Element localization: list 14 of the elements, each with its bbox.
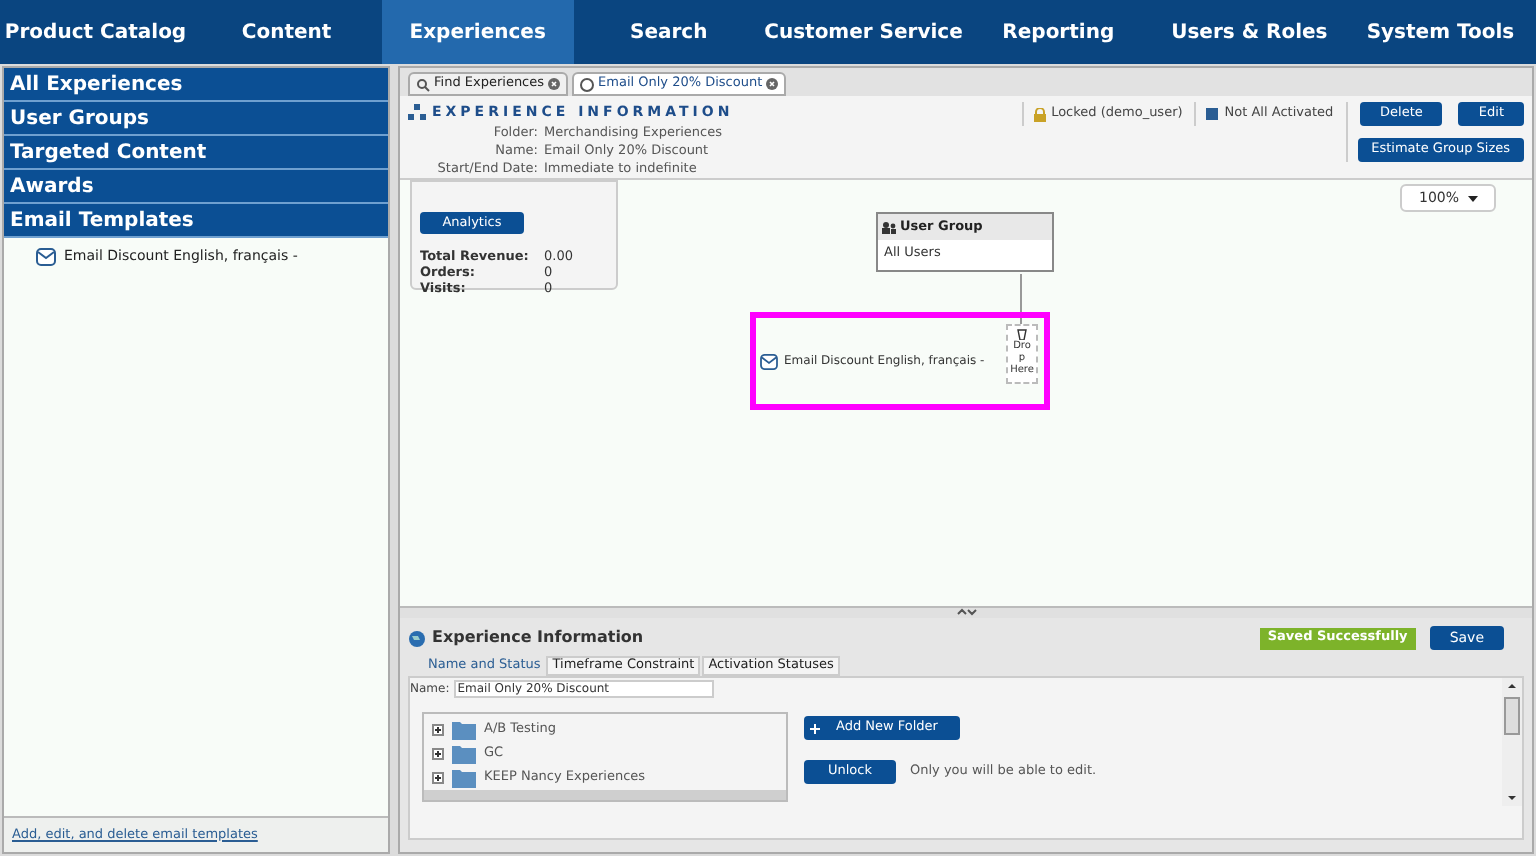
nav-tab[interactable]: Search xyxy=(573,0,765,64)
sidebar-section[interactable]: Targeted Content xyxy=(4,136,388,170)
panel-title: Experience Information xyxy=(432,626,644,650)
sidebar-section[interactable]: Email Templates xyxy=(4,204,388,238)
sidebar-section[interactable]: Awards xyxy=(4,170,388,204)
sidebar-section[interactable]: All Experiences xyxy=(4,68,388,102)
nav-tab[interactable]: Reporting xyxy=(962,0,1154,64)
nav-tab[interactable]: Customer Service xyxy=(764,0,963,64)
nav-tab[interactable]: Product Catalog xyxy=(0,0,192,64)
nav-tab[interactable]: Experiences xyxy=(382,0,574,64)
nav-tab[interactable]: Users & Roles xyxy=(1153,0,1345,64)
nav-tab[interactable]: System Tools xyxy=(1344,0,1536,64)
sidebar-section[interactable]: User Groups xyxy=(4,102,388,136)
nav-tab[interactable]: Content xyxy=(191,0,383,64)
